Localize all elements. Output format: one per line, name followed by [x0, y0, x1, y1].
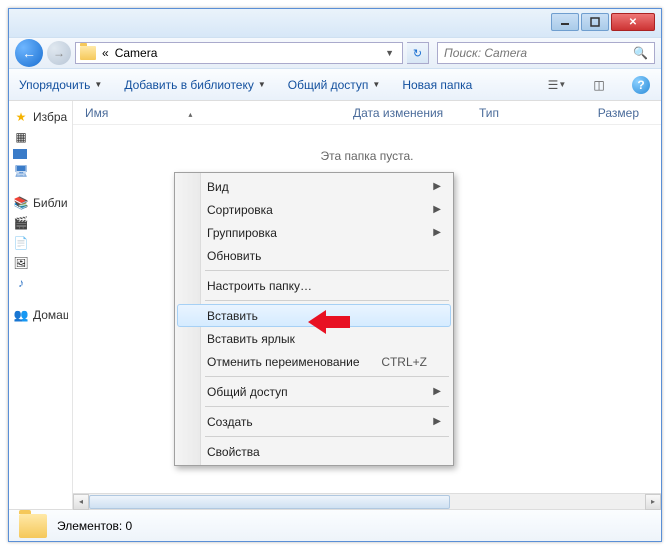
menu-separator	[205, 270, 449, 271]
include-library-menu[interactable]: Добавить в библиотеку▼	[124, 78, 265, 92]
close-button[interactable]: ✕	[611, 13, 655, 31]
breadcrumb-folder[interactable]: Camera	[115, 46, 158, 60]
folder-icon	[80, 46, 96, 60]
sidebar-item[interactable]: 🎬	[13, 213, 68, 233]
search-icon[interactable]: 🔍	[633, 46, 648, 60]
sidebar-item[interactable]: ▦	[13, 127, 68, 147]
search-input[interactable]	[444, 46, 633, 60]
libraries-icon: 📚	[13, 195, 29, 211]
refresh-button[interactable]: ↻	[407, 42, 429, 64]
scroll-thumb[interactable]	[89, 495, 450, 509]
scroll-left-button[interactable]: ◂	[73, 494, 89, 510]
context-undo-rename[interactable]: Отменить переименованиеCTRL+Z	[177, 350, 451, 373]
breadcrumb-prefix: «	[102, 46, 109, 60]
context-sort[interactable]: Сортировка▶	[177, 198, 451, 221]
context-paste[interactable]: Вставить	[177, 304, 451, 327]
status-bar: Элементов: 0	[9, 509, 661, 541]
status-text: Элементов: 0	[57, 519, 132, 533]
menu-separator	[205, 376, 449, 377]
address-bar[interactable]: « Camera ▼	[75, 42, 403, 64]
submenu-arrow-icon: ▶	[433, 181, 441, 192]
music-icon: ♪	[13, 275, 29, 291]
sidebar-item[interactable]: 📄	[13, 233, 68, 253]
command-bar: Упорядочить▼ Добавить в библиотеку▼ Общи…	[9, 69, 661, 101]
menu-separator	[205, 436, 449, 437]
submenu-arrow-icon: ▶	[433, 386, 441, 397]
generic-icon: ▦	[13, 129, 29, 145]
desktop-icon	[13, 149, 27, 159]
scroll-track[interactable]	[89, 494, 645, 509]
forward-button[interactable]: →	[47, 41, 71, 65]
help-button[interactable]: ?	[631, 75, 651, 95]
navigation-bar: ← → « Camera ▼ ↻ 🔍	[9, 37, 661, 69]
scroll-right-button[interactable]: ▸	[645, 494, 661, 510]
sidebar-favorites[interactable]: ★Избранное	[13, 107, 68, 127]
monitor-icon: 🖥	[13, 163, 29, 179]
view-options-button[interactable]: ☰ ▼	[547, 75, 567, 95]
maximize-button[interactable]	[581, 13, 609, 31]
submenu-arrow-icon: ▶	[433, 204, 441, 215]
column-date[interactable]: Дата изменения	[353, 106, 479, 120]
folder-icon	[19, 514, 47, 538]
document-icon: 📄	[13, 235, 29, 251]
context-view[interactable]: Вид▶	[177, 175, 451, 198]
picture-icon: 🖼	[13, 255, 29, 271]
horizontal-scrollbar[interactable]: ◂ ▸	[73, 493, 661, 509]
column-type[interactable]: Тип	[479, 106, 579, 120]
context-share[interactable]: Общий доступ▶	[177, 380, 451, 403]
submenu-arrow-icon: ▶	[433, 416, 441, 427]
preview-pane-button[interactable]: ◫	[589, 75, 609, 95]
context-refresh[interactable]: Обновить	[177, 244, 451, 267]
organize-menu[interactable]: Упорядочить▼	[19, 78, 102, 92]
column-size[interactable]: Размер	[579, 106, 649, 120]
titlebar: ✕	[9, 9, 661, 37]
minimize-button[interactable]	[551, 13, 579, 31]
new-folder-button[interactable]: Новая папка	[402, 78, 472, 92]
keyboard-shortcut: CTRL+Z	[381, 355, 427, 369]
context-new[interactable]: Создать▶	[177, 410, 451, 433]
sidebar-libraries[interactable]: 📚Библиотеки	[13, 193, 68, 213]
star-icon: ★	[13, 109, 29, 125]
sidebar-item[interactable]	[13, 147, 68, 161]
search-box[interactable]: 🔍	[437, 42, 655, 64]
back-button[interactable]: ←	[15, 39, 43, 67]
sidebar-homegroup[interactable]: 👥Домашняя группа	[13, 305, 68, 325]
context-group[interactable]: Группировка▶	[177, 221, 451, 244]
column-headers: Имя▴ Дата изменения Тип Размер	[73, 101, 661, 125]
navigation-pane: ★Избранное ▦ 🖥 📚Библиотеки 🎬 📄 🖼 ♪ 👥Дома…	[9, 101, 73, 509]
homegroup-icon: 👥	[13, 307, 29, 323]
context-customize[interactable]: Настроить папку…	[177, 274, 451, 297]
context-paste-shortcut[interactable]: Вставить ярлык	[177, 327, 451, 350]
sidebar-item[interactable]: ♪	[13, 273, 68, 293]
sidebar-item[interactable]: 🖥	[13, 161, 68, 181]
submenu-arrow-icon: ▶	[433, 227, 441, 238]
sort-indicator-icon: ▴	[188, 110, 192, 119]
menu-separator	[205, 300, 449, 301]
share-menu[interactable]: Общий доступ▼	[288, 78, 381, 92]
address-dropdown-icon[interactable]: ▼	[381, 48, 398, 58]
context-menu: Вид▶ Сортировка▶ Группировка▶ Обновить Н…	[174, 172, 454, 466]
video-icon: 🎬	[13, 215, 29, 231]
help-icon: ?	[632, 76, 650, 94]
context-properties[interactable]: Свойства	[177, 440, 451, 463]
column-name[interactable]: Имя▴	[85, 106, 353, 120]
menu-separator	[205, 406, 449, 407]
sidebar-item[interactable]: 🖼	[13, 253, 68, 273]
